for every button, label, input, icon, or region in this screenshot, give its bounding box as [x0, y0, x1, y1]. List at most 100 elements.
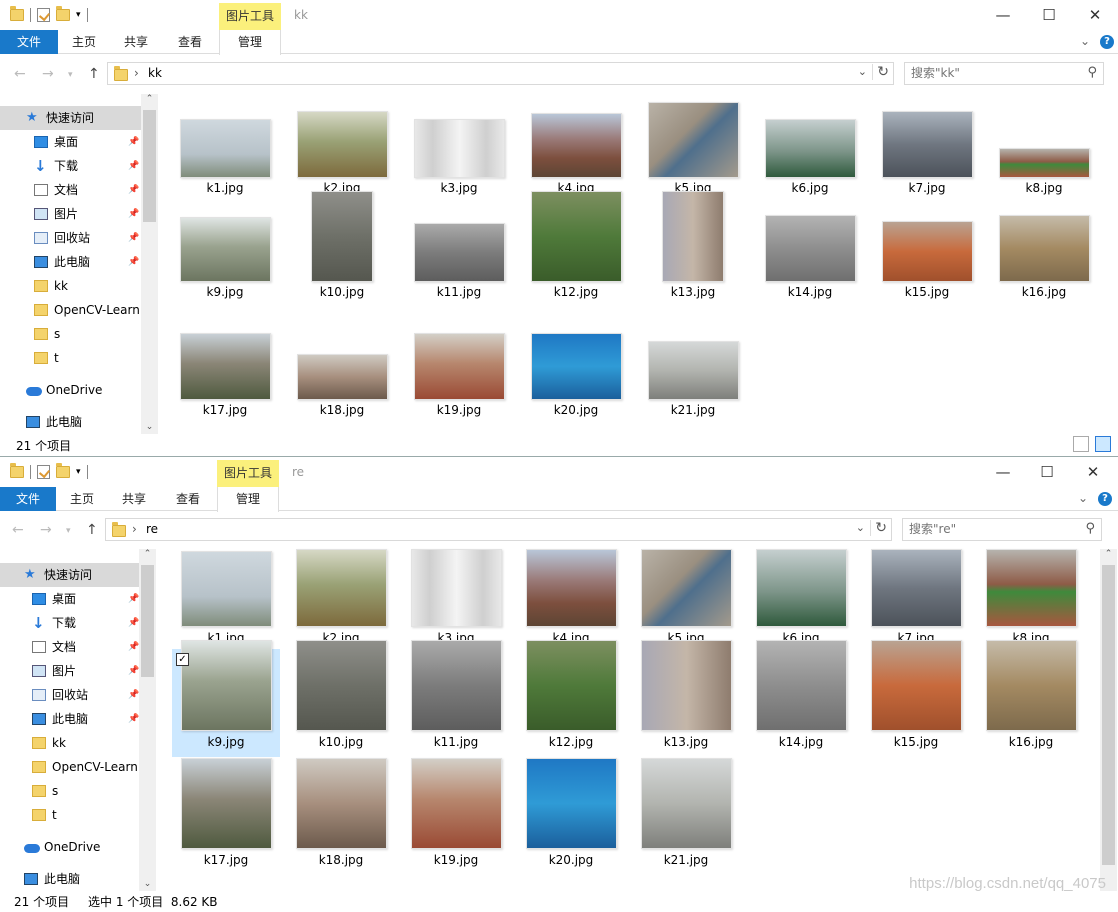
file-tile[interactable]: k15.jpg [872, 200, 982, 307]
file-tile[interactable]: k8.jpg [989, 96, 1099, 203]
file-tile[interactable]: k18.jpg [287, 758, 395, 875]
file-tile[interactable]: k14.jpg [747, 640, 855, 757]
properties-icon[interactable] [37, 8, 50, 22]
file-tile[interactable]: k9.jpg [170, 200, 280, 307]
image-thumbnail[interactable] [311, 191, 373, 282]
image-thumbnail[interactable] [531, 191, 622, 282]
image-thumbnail[interactable] [531, 333, 622, 400]
file-tile[interactable]: k4.jpg [517, 545, 625, 653]
image-thumbnail[interactable] [662, 191, 724, 282]
pin-icon[interactable]: 📌 [128, 587, 139, 611]
file-tile[interactable]: k3.jpg [404, 96, 514, 203]
file-tile[interactable]: k21.jpg [632, 758, 740, 875]
sidebar-item[interactable]: OpenCV-Learn [0, 298, 141, 322]
scroll-up-icon[interactable]: ⌃ [1100, 549, 1117, 559]
file-tile[interactable]: k16.jpg [989, 200, 1099, 307]
image-thumbnail[interactable] [411, 549, 502, 627]
sidebar-item[interactable]: t [0, 346, 141, 370]
pin-icon[interactable]: 📌 [128, 659, 139, 683]
pin-icon[interactable]: 📌 [128, 635, 139, 659]
folder-icon[interactable] [10, 6, 24, 21]
scroll-down-icon[interactable]: ⌄ [139, 879, 156, 889]
search-box[interactable]: ⚲ [902, 518, 1102, 541]
forward-icon[interactable]: → [42, 66, 54, 82]
tab-view[interactable]: 查看 [168, 30, 212, 54]
properties-icon[interactable] [37, 465, 50, 479]
breadcrumb-chevron-icon[interactable]: › [132, 522, 137, 536]
tab-file[interactable]: 文件 [0, 30, 58, 54]
breadcrumb[interactable]: kk [148, 66, 162, 80]
image-thumbnail[interactable] [296, 758, 387, 849]
help-icon[interactable]: ? [1098, 492, 1112, 506]
sidebar-item[interactable]: 回收站 📌 [0, 683, 141, 707]
pin-icon[interactable]: 📌 [128, 202, 139, 226]
back-icon[interactable]: ← [14, 66, 26, 82]
new-folder-icon[interactable] [56, 6, 70, 21]
file-tile[interactable]: k6.jpg [755, 96, 865, 203]
file-tile[interactable]: k2.jpg [287, 545, 395, 653]
file-tile[interactable]: k2.jpg [287, 96, 397, 203]
image-thumbnail[interactable] [986, 549, 1077, 627]
address-dropdown-icon[interactable]: ⌄ [856, 521, 865, 534]
forward-icon[interactable]: → [40, 522, 52, 538]
address-dropdown-icon[interactable]: ⌄ [858, 65, 867, 78]
refresh-icon[interactable]: ↻ [872, 64, 889, 80]
details-view-icon[interactable] [1073, 436, 1089, 452]
maximize-button[interactable]: ☐ [1026, 0, 1072, 30]
file-tile[interactable]: k19.jpg [402, 758, 510, 875]
image-thumbnail[interactable] [411, 640, 502, 731]
image-thumbnail[interactable] [526, 640, 617, 731]
customize-dropdown-icon[interactable]: ▾ [76, 467, 81, 477]
file-tile[interactable]: k11.jpg [404, 200, 514, 307]
tab-share[interactable]: 共享 [114, 30, 158, 54]
image-thumbnail[interactable] [756, 549, 847, 627]
sidebar-item[interactable]: OpenCV-Learn [0, 755, 141, 779]
file-tile[interactable]: k5.jpg [638, 96, 748, 203]
file-tile[interactable]: k12.jpg [521, 191, 631, 307]
scroll-up-icon[interactable]: ⌃ [141, 94, 158, 104]
address-bar[interactable]: › kk ⌄ ↻ [107, 62, 894, 85]
sidebar-item[interactable]: 此电脑 📌 [0, 250, 141, 274]
address-bar[interactable]: › re ⌄ ↻ [105, 518, 892, 541]
tab-manage[interactable]: 管理 [219, 30, 281, 55]
scroll-up-icon[interactable]: ⌃ [139, 549, 156, 559]
image-thumbnail[interactable] [181, 758, 272, 849]
file-tile[interactable]: k13.jpg [632, 640, 740, 757]
image-thumbnail[interactable] [871, 640, 962, 731]
image-thumbnail[interactable] [986, 640, 1077, 731]
image-thumbnail[interactable] [414, 333, 505, 400]
new-folder-icon[interactable] [56, 463, 70, 478]
file-tile[interactable]: k17.jpg [172, 758, 280, 875]
selection-checkbox[interactable]: ✓ [176, 653, 189, 666]
image-thumbnail[interactable] [180, 119, 271, 178]
refresh-icon[interactable]: ↻ [870, 520, 887, 536]
file-tile[interactable]: k3.jpg [402, 545, 510, 653]
scroll-down-icon[interactable]: ⌄ [141, 422, 158, 432]
pin-icon[interactable]: 📌 [128, 178, 139, 202]
maximize-button[interactable]: ☐ [1024, 457, 1070, 487]
image-thumbnail[interactable] [180, 333, 271, 400]
help-icon[interactable]: ? [1100, 35, 1114, 49]
file-tile[interactable]: k6.jpg [747, 545, 855, 653]
image-thumbnail[interactable] [765, 119, 856, 178]
image-thumbnail[interactable] [414, 223, 505, 282]
close-button[interactable]: ✕ [1070, 457, 1116, 487]
up-icon[interactable]: ↑ [88, 66, 100, 82]
sidebar-item[interactable]: kk [0, 731, 141, 755]
pin-icon[interactable]: 📌 [128, 130, 139, 154]
content-scrollbar[interactable]: ⌃ [1100, 549, 1117, 891]
recent-dropdown-icon[interactable]: ▾ [66, 526, 71, 536]
file-tile[interactable]: k17.jpg [170, 318, 280, 425]
file-tile[interactable]: k4.jpg [521, 96, 631, 203]
sidebar-item[interactable]: 桌面 📌 [0, 130, 141, 154]
expand-ribbon-icon[interactable]: ⌄ [1080, 34, 1090, 48]
image-thumbnail[interactable] [296, 640, 387, 731]
search-icon[interactable]: ⚲ [1087, 65, 1097, 80]
file-tile[interactable]: k19.jpg [404, 318, 514, 425]
sidebar-item[interactable]: 此电脑 📌 [0, 707, 141, 731]
tab-view[interactable]: 查看 [166, 487, 210, 511]
scroll-thumb[interactable] [143, 110, 156, 222]
image-thumbnail[interactable] [411, 758, 502, 849]
sidebar-item[interactable]: 图片 📌 [0, 659, 141, 683]
image-thumbnail[interactable] [999, 215, 1090, 282]
